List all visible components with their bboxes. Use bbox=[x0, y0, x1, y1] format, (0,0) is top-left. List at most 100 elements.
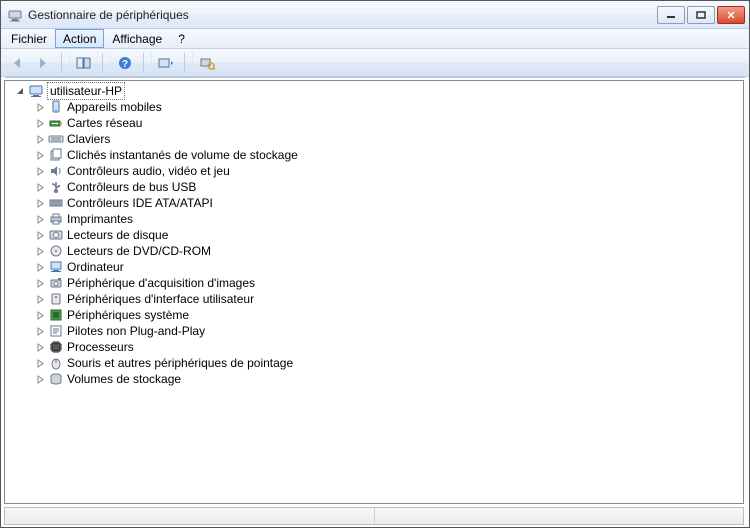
scan-hardware-button[interactable] bbox=[195, 52, 219, 74]
tree-item-label: Imprimantes bbox=[67, 211, 133, 227]
tree-item[interactable]: Périphériques système bbox=[35, 307, 743, 323]
tree-item-label: Périphériques système bbox=[67, 307, 189, 323]
tree-item-label: Appareils mobiles bbox=[67, 99, 162, 115]
tree-item-label: Pilotes non Plug-and-Play bbox=[67, 323, 205, 339]
expander-closed-icon[interactable] bbox=[35, 342, 45, 352]
tree-item[interactable]: Périphériques d'interface utilisateur bbox=[35, 291, 743, 307]
expander-closed-icon[interactable] bbox=[35, 102, 45, 112]
menu-bar: FichierActionAffichage? bbox=[1, 29, 749, 49]
sound-controller-icon bbox=[48, 163, 64, 179]
computer-icon bbox=[28, 83, 44, 99]
status-bar bbox=[4, 507, 744, 525]
tree-item[interactable]: Périphérique d'acquisition d'images bbox=[35, 275, 743, 291]
expander-closed-icon[interactable] bbox=[35, 374, 45, 384]
expander-closed-icon[interactable] bbox=[35, 118, 45, 128]
tree-item-label: Contrôleurs IDE ATA/ATAPI bbox=[67, 195, 213, 211]
tree-item[interactable]: Ordinateur bbox=[35, 259, 743, 275]
expander-closed-icon[interactable] bbox=[35, 358, 45, 368]
tree-item-label: Ordinateur bbox=[67, 259, 124, 275]
expander-closed-icon[interactable] bbox=[35, 310, 45, 320]
imaging-device-icon bbox=[48, 275, 64, 291]
close-button[interactable] bbox=[717, 6, 745, 24]
tree-item-label: Clichés instantanés de volume de stockag… bbox=[67, 147, 298, 163]
tree-item[interactable]: Pilotes non Plug-and-Play bbox=[35, 323, 743, 339]
menu-fichier[interactable]: Fichier bbox=[3, 29, 55, 48]
tree-item[interactable]: Contrôleurs audio, vidéo et jeu bbox=[35, 163, 743, 179]
toolbar: ? bbox=[1, 49, 749, 77]
tree-item[interactable]: Contrôleurs IDE ATA/ATAPI bbox=[35, 195, 743, 211]
ide-controller-icon bbox=[48, 195, 64, 211]
tree-item[interactable]: Souris et autres périphériques de pointa… bbox=[35, 355, 743, 371]
tree-item[interactable]: Appareils mobiles bbox=[35, 99, 743, 115]
toolbar-separator bbox=[61, 53, 62, 73]
tree-item-label: Cartes réseau bbox=[67, 115, 142, 131]
device-tree[interactable]: utilisateur-HPAppareils mobilesCartes ré… bbox=[4, 80, 744, 504]
tree-item[interactable]: Contrôleurs de bus USB bbox=[35, 179, 743, 195]
help-button[interactable]: ? bbox=[113, 52, 137, 74]
tree-item-label: Processeurs bbox=[67, 339, 134, 355]
tree-item-label: Contrôleurs de bus USB bbox=[67, 179, 196, 195]
tree-item[interactable]: Volumes de stockage bbox=[35, 371, 743, 387]
expander-closed-icon[interactable] bbox=[35, 294, 45, 304]
tree-root[interactable]: utilisateur-HP bbox=[15, 83, 743, 99]
legacy-driver-icon bbox=[48, 323, 64, 339]
mobile-device-icon bbox=[48, 99, 64, 115]
action-view-button[interactable] bbox=[154, 52, 178, 74]
maximize-button[interactable] bbox=[687, 6, 715, 24]
tree-item-label: Périphérique d'acquisition d'images bbox=[67, 275, 255, 291]
expander-closed-icon[interactable] bbox=[35, 198, 45, 208]
expander-closed-icon[interactable] bbox=[35, 230, 45, 240]
status-cell bbox=[5, 508, 375, 524]
toolbar-separator bbox=[143, 53, 144, 73]
hid-device-icon bbox=[48, 291, 64, 307]
volume-shadow-icon bbox=[48, 147, 64, 163]
expander-closed-icon[interactable] bbox=[35, 182, 45, 192]
storage-volume-icon bbox=[48, 371, 64, 387]
computer-category-icon bbox=[48, 259, 64, 275]
keyboard-icon bbox=[48, 131, 64, 147]
expander-closed-icon[interactable] bbox=[35, 150, 45, 160]
expander-closed-icon[interactable] bbox=[35, 246, 45, 256]
tree-root-label: utilisateur-HP bbox=[47, 82, 125, 100]
expander-closed-icon[interactable] bbox=[35, 134, 45, 144]
tree-item-label: Claviers bbox=[67, 131, 110, 147]
minimize-button[interactable] bbox=[657, 6, 685, 24]
tree-item[interactable]: Clichés instantanés de volume de stockag… bbox=[35, 147, 743, 163]
tree-item[interactable]: Lecteurs de DVD/CD-ROM bbox=[35, 243, 743, 259]
tree-item-label: Lecteurs de disque bbox=[67, 227, 168, 243]
toolbar-rule bbox=[5, 77, 745, 79]
tree-item[interactable]: Claviers bbox=[35, 131, 743, 147]
toolbar-separator bbox=[184, 53, 185, 73]
tree-item[interactable]: Lecteurs de disque bbox=[35, 227, 743, 243]
processor-icon bbox=[48, 339, 64, 355]
expander-closed-icon[interactable] bbox=[35, 262, 45, 272]
system-device-icon bbox=[48, 307, 64, 323]
tree-item-label: Périphériques d'interface utilisateur bbox=[67, 291, 254, 307]
show-hide-tree-button[interactable] bbox=[72, 52, 96, 74]
app-icon bbox=[7, 7, 23, 23]
status-cell bbox=[375, 508, 744, 524]
back-button[interactable] bbox=[5, 52, 29, 74]
tree-item[interactable]: Processeurs bbox=[35, 339, 743, 355]
tree-item-label: Souris et autres périphériques de pointa… bbox=[67, 355, 293, 371]
menu-action[interactable]: Action bbox=[55, 29, 104, 48]
tree-item-label: Lecteurs de DVD/CD-ROM bbox=[67, 243, 211, 259]
forward-button[interactable] bbox=[31, 52, 55, 74]
tree-item-label: Contrôleurs audio, vidéo et jeu bbox=[67, 163, 230, 179]
menu-affichage[interactable]: Affichage bbox=[104, 29, 170, 48]
optical-drive-icon bbox=[48, 243, 64, 259]
toolbar-separator bbox=[102, 53, 103, 73]
svg-text:?: ? bbox=[122, 59, 128, 70]
expander-closed-icon[interactable] bbox=[35, 214, 45, 224]
expander-closed-icon[interactable] bbox=[35, 278, 45, 288]
tree-item-label: Volumes de stockage bbox=[67, 371, 181, 387]
expander-open-icon[interactable] bbox=[15, 86, 25, 96]
window-title: Gestionnaire de périphériques bbox=[28, 8, 655, 22]
disk-drive-icon bbox=[48, 227, 64, 243]
title-bar: Gestionnaire de périphériques bbox=[1, 1, 749, 29]
tree-item[interactable]: Imprimantes bbox=[35, 211, 743, 227]
expander-closed-icon[interactable] bbox=[35, 326, 45, 336]
tree-item[interactable]: Cartes réseau bbox=[35, 115, 743, 131]
expander-closed-icon[interactable] bbox=[35, 166, 45, 176]
menu-?[interactable]: ? bbox=[170, 29, 193, 48]
